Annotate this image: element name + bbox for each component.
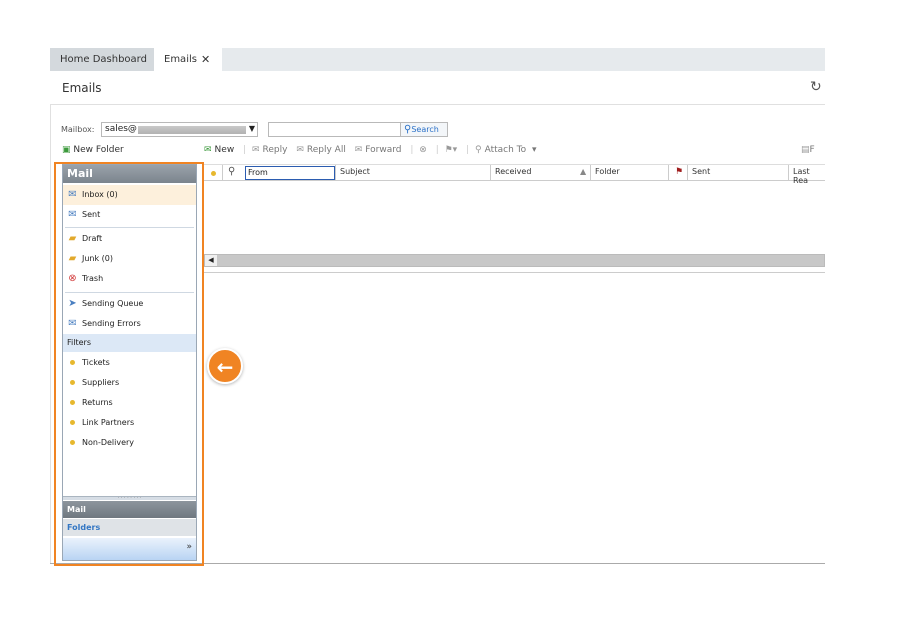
separator: | xyxy=(435,145,439,155)
new-folder-button[interactable]: ▣ New Folder xyxy=(62,145,124,155)
separator: | xyxy=(466,145,470,155)
sort-ascending-icon: ▲ xyxy=(580,167,587,176)
divider xyxy=(204,272,825,273)
search-input[interactable] xyxy=(268,122,401,137)
column-divider xyxy=(590,165,591,181)
scroll-left-icon[interactable]: ◀ xyxy=(205,255,217,266)
refresh-icon[interactable]: ↻ xyxy=(810,79,822,95)
column-divider xyxy=(668,165,669,181)
column-header-received[interactable]: Received xyxy=(495,167,531,176)
column-header-from[interactable]: From xyxy=(245,166,335,180)
horizontal-scrollbar[interactable]: ◀ xyxy=(204,254,825,267)
tab-home-dashboard[interactable]: Home Dashboard xyxy=(50,48,154,71)
search-button[interactable]: ⚲Search xyxy=(400,122,448,137)
column-divider xyxy=(788,165,789,181)
toolbar-overflow-item[interactable]: ▤F xyxy=(801,145,815,155)
page-title: Emails xyxy=(62,81,102,95)
sidebar-highlight xyxy=(54,162,204,566)
column-divider xyxy=(335,165,336,181)
mailbox-value: sales@ xyxy=(105,124,137,134)
forward-icon: ✉ xyxy=(354,145,363,155)
reply-button[interactable]: ✉ Reply xyxy=(252,145,290,155)
search-button-label: Search xyxy=(411,125,439,134)
column-divider xyxy=(687,165,688,181)
column-header-folder[interactable]: Folder xyxy=(595,167,620,176)
new-email-button[interactable]: ✉ New xyxy=(204,145,237,155)
email-toolbar: ✉ New | ✉ Reply ✉ Reply All ✉ Forward | ⊗ | … xyxy=(204,145,543,159)
email-grid-header: ⚲ From Subject Received ▲ Folder ⚑ Sent … xyxy=(204,164,825,185)
paperclip-icon: ⚲ xyxy=(475,145,482,155)
reply-label: Reply xyxy=(262,145,288,155)
column-header-last-read[interactable]: Last Rea xyxy=(793,167,825,185)
delete-icon: ⊗ xyxy=(419,145,427,155)
chevron-down-icon: ▾ xyxy=(529,145,537,155)
reply-all-label: Reply All xyxy=(306,145,346,155)
column-header-sent[interactable]: Sent xyxy=(692,167,710,176)
reply-all-icon: ✉ xyxy=(296,145,304,155)
toolbar-overflow-label: F xyxy=(809,145,815,155)
flag-column-icon[interactable]: ⚑ xyxy=(675,167,683,177)
separator: | xyxy=(243,145,247,155)
document-icon: ▤ xyxy=(801,145,810,155)
forward-button[interactable]: ✉ Forward xyxy=(355,145,405,155)
arrow-left-icon: ← xyxy=(216,355,234,379)
reply-icon: ✉ xyxy=(251,145,260,155)
tab-emails[interactable]: Emails ✕ xyxy=(154,48,222,71)
unread-column-icon[interactable] xyxy=(211,169,216,178)
chevron-down-icon[interactable]: ▼ xyxy=(249,124,255,133)
forward-label: Forward xyxy=(365,145,402,155)
flag-icon: ⚑▾ xyxy=(444,145,458,155)
tab-strip: Home Dashboard Emails ✕ xyxy=(50,48,825,71)
tab-emails-label: Emails xyxy=(164,54,197,65)
new-mail-icon: ✉ xyxy=(204,145,212,155)
collapse-sidebar-button[interactable]: ← xyxy=(207,348,243,384)
divider xyxy=(50,104,51,564)
new-label: New xyxy=(214,145,235,155)
mailbox-select[interactable]: sales@ ▼ xyxy=(101,122,258,137)
column-header-subject[interactable]: Subject xyxy=(340,167,370,176)
close-icon[interactable]: ✕ xyxy=(201,48,210,71)
delete-button[interactable]: ⊗ xyxy=(419,145,430,155)
divider xyxy=(50,104,825,105)
mailbox-label: Mailbox: xyxy=(61,125,95,134)
column-divider xyxy=(222,165,223,181)
flag-dropdown[interactable]: ⚑▾ xyxy=(445,145,461,155)
new-folder-icon: ▣ xyxy=(62,145,71,155)
attach-to-button[interactable]: ⚲ Attach To ▾ xyxy=(475,145,540,155)
paperclip-icon[interactable]: ⚲ xyxy=(228,166,235,177)
reply-all-button[interactable]: ✉ Reply All xyxy=(296,145,349,155)
redacted-mask xyxy=(138,126,246,134)
column-divider xyxy=(490,165,491,181)
separator: | xyxy=(410,145,414,155)
attach-to-label: Attach To xyxy=(484,145,527,155)
new-folder-label: New Folder xyxy=(73,145,124,155)
